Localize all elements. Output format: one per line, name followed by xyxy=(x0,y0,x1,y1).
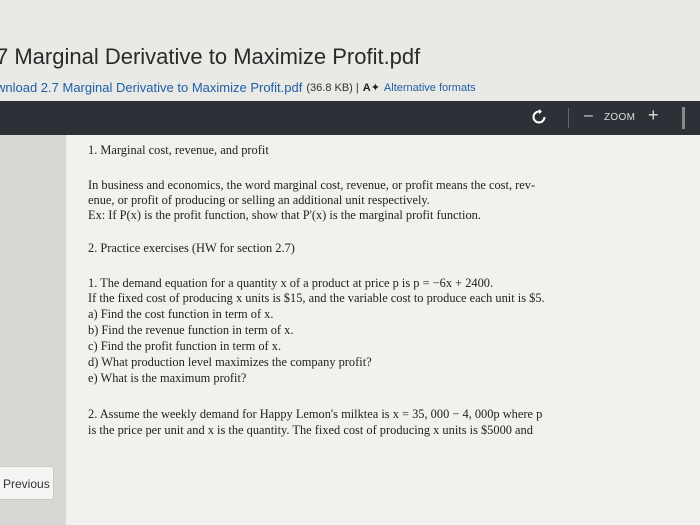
pdf-viewer[interactable]: 1. Marginal cost, revenue, and profit In… xyxy=(0,135,700,525)
alternative-formats-link[interactable]: Alternative formats xyxy=(384,82,476,94)
toolbar-scroll-edge xyxy=(682,107,685,129)
section-heading-2: 2. Practice exercises (HW for section 2.… xyxy=(88,241,295,255)
paragraph-line: Ex: If P(x) is the profit function, show… xyxy=(88,208,481,222)
paragraph-line: enue, or profit of producing or selling … xyxy=(88,193,430,207)
exercise-item: a) Find the cost function in term of x. xyxy=(88,307,274,321)
exercise-item: c) Find the profit function in term of x… xyxy=(88,339,282,353)
exercise-item: b) Find the revenue function in term of … xyxy=(88,323,294,337)
download-row: wnload 2.7 Marginal Derivative to Maximi… xyxy=(0,80,476,95)
section-heading-1: 1. Marginal cost, revenue, and profit xyxy=(88,143,269,157)
exercise-line: If the fixed cost of producing x units i… xyxy=(88,291,545,305)
reload-icon[interactable] xyxy=(530,109,548,127)
exercise-line: is the price per unit and x is the quant… xyxy=(88,423,533,437)
zoom-in-button[interactable]: + xyxy=(648,105,659,126)
alternative-formats-icon[interactable]: A✦ xyxy=(363,81,380,94)
zoom-out-button[interactable]: – xyxy=(584,107,593,125)
reload-icon-svg xyxy=(532,109,546,124)
exercise-line: 1. The demand equation for a quantity x … xyxy=(88,276,494,290)
exercise-line: 2. Assume the weekly demand for Happy Le… xyxy=(88,407,543,421)
paragraph-line: In business and economics, the word marg… xyxy=(88,178,536,192)
zoom-label: ZOOM xyxy=(604,112,636,123)
file-size: (36.8 KB) | xyxy=(306,81,359,94)
page-title: 7 Marginal Derivative to Maximize Profit… xyxy=(0,44,421,69)
download-link[interactable]: wnload 2.7 Marginal Derivative to Maximi… xyxy=(0,80,302,95)
exercise-item: d) What production level maximizes the c… xyxy=(88,355,372,369)
pdf-toolbar: – ZOOM + xyxy=(0,101,700,135)
exercise-item: e) What is the maximum profit? xyxy=(88,371,247,385)
previous-button[interactable]: Previous xyxy=(0,466,54,500)
pdf-page: 1. Marginal cost, revenue, and profit In… xyxy=(66,135,700,525)
toolbar-divider xyxy=(568,108,569,128)
